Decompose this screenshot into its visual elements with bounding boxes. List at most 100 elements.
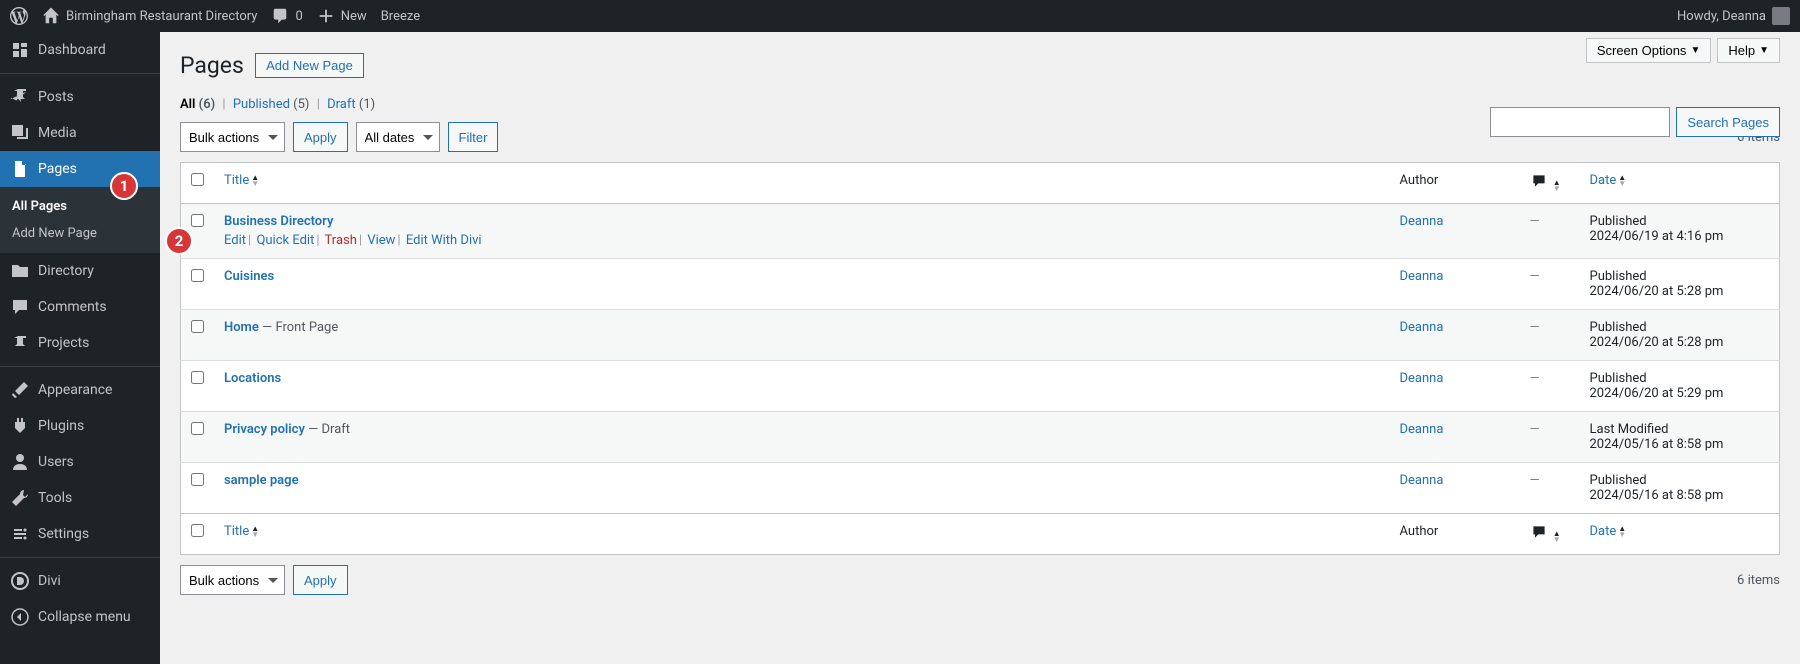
avatar-icon bbox=[1772, 7, 1790, 25]
bulk-actions-select-bottom[interactable]: Bulk actions bbox=[180, 565, 285, 595]
edit-link[interactable]: Edit bbox=[224, 233, 246, 248]
quick-edit-link[interactable]: Quick Edit bbox=[256, 233, 314, 248]
date-filter-select[interactable]: All dates bbox=[356, 122, 440, 152]
sidebar-item-dashboard[interactable]: Dashboard bbox=[0, 32, 160, 68]
sort-date[interactable]: Date▲▼ bbox=[1590, 173, 1627, 188]
edit-divi-link[interactable]: Edit With Divi bbox=[406, 233, 482, 248]
wp-logo[interactable] bbox=[10, 7, 28, 25]
sort-title[interactable]: Title▲▼ bbox=[224, 173, 259, 188]
sidebar-label: Collapse menu bbox=[38, 609, 131, 625]
date-status: Last Modified bbox=[1590, 422, 1669, 437]
users-icon bbox=[10, 452, 30, 472]
row-actions: Edit| Quick Edit| Trash| View| Edit With… bbox=[224, 233, 1380, 248]
page-title-link[interactable]: Privacy policy bbox=[224, 422, 305, 437]
divi-icon bbox=[10, 571, 30, 591]
sidebar-label: Directory bbox=[38, 263, 94, 279]
date-value: 2024/06/20 at 5:29 pm bbox=[1590, 386, 1724, 401]
comments-link[interactable]: 0 bbox=[271, 7, 302, 25]
dashboard-icon bbox=[10, 40, 30, 60]
row-checkbox[interactable] bbox=[191, 422, 204, 435]
row-checkbox[interactable] bbox=[191, 473, 204, 486]
sidebar-item-tools[interactable]: Tools bbox=[0, 480, 160, 516]
date-value: 2024/05/16 at 8:58 pm bbox=[1590, 488, 1724, 503]
sidebar-label: Pages bbox=[38, 161, 77, 177]
sidebar-item-comments[interactable]: Comments bbox=[0, 289, 160, 325]
help-button[interactable]: Help▼ bbox=[1717, 38, 1780, 63]
screen-options-button[interactable]: Screen Options▼ bbox=[1586, 38, 1712, 63]
date-value: 2024/06/20 at 5:28 pm bbox=[1590, 335, 1724, 350]
sidebar-label: Dashboard bbox=[38, 42, 106, 58]
apply-button[interactable]: Apply bbox=[293, 122, 348, 152]
collapse-icon bbox=[10, 607, 30, 627]
bulk-actions-select[interactable]: Bulk actions bbox=[180, 122, 285, 152]
select-all-checkbox[interactable] bbox=[191, 173, 204, 186]
user-menu[interactable]: Howdy, Deanna bbox=[1677, 7, 1790, 25]
sidebar-item-users[interactable]: Users bbox=[0, 444, 160, 480]
table-row: Cuisines Deanna — Published2024/06/20 at… bbox=[181, 259, 1780, 310]
trash-link[interactable]: Trash bbox=[325, 233, 357, 248]
breeze-link[interactable]: Breeze bbox=[381, 9, 420, 24]
row-checkbox[interactable] bbox=[191, 320, 204, 333]
filter-button[interactable]: Filter bbox=[448, 122, 499, 152]
comments-dash: — bbox=[1530, 422, 1540, 437]
row-checkbox[interactable] bbox=[191, 371, 204, 384]
author-link[interactable]: Deanna bbox=[1400, 473, 1444, 488]
settings-icon bbox=[10, 524, 30, 544]
sidebar-sub-add-new[interactable]: Add New Page bbox=[0, 220, 160, 247]
page-title: Pages bbox=[180, 52, 244, 79]
author-link[interactable]: Deanna bbox=[1400, 320, 1444, 335]
sidebar-item-directory[interactable]: Directory bbox=[0, 253, 160, 289]
filter-published[interactable]: Published (5) bbox=[233, 97, 310, 112]
apply-button-bottom[interactable]: Apply bbox=[293, 565, 348, 595]
sidebar-label: Appearance bbox=[38, 382, 112, 398]
select-all-checkbox-bottom[interactable] bbox=[191, 524, 204, 537]
view-link[interactable]: View bbox=[367, 233, 395, 248]
page-title-link[interactable]: Business Directory bbox=[224, 214, 333, 229]
pin-icon bbox=[10, 87, 30, 107]
sidebar-item-posts[interactable]: Posts bbox=[0, 79, 160, 115]
sidebar-item-settings[interactable]: Settings bbox=[0, 516, 160, 552]
sidebar-item-appearance[interactable]: Appearance bbox=[0, 372, 160, 408]
row-checkbox[interactable] bbox=[191, 214, 204, 227]
date-status: Published bbox=[1590, 473, 1647, 488]
comment-count: 0 bbox=[295, 9, 302, 24]
sidebar-item-divi[interactable]: Divi bbox=[0, 563, 160, 599]
page-title-link[interactable]: Locations bbox=[224, 371, 281, 386]
new-label: New bbox=[341, 9, 367, 24]
page-title-link[interactable]: Home bbox=[224, 320, 259, 335]
site-link[interactable]: Birmingham Restaurant Directory bbox=[42, 7, 257, 25]
sidebar-sub-all-pages[interactable]: All Pages bbox=[0, 193, 160, 220]
sidebar-item-projects[interactable]: Projects bbox=[0, 325, 160, 361]
sort-date-bottom[interactable]: Date▲▼ bbox=[1590, 524, 1627, 539]
draft-tag: — Draft bbox=[305, 422, 350, 437]
add-new-page-button[interactable]: Add New Page bbox=[255, 53, 364, 78]
author-link[interactable]: Deanna bbox=[1400, 371, 1444, 386]
search-pages-button[interactable]: Search Pages bbox=[1676, 107, 1780, 137]
tools-icon bbox=[10, 488, 30, 508]
row-checkbox[interactable] bbox=[191, 269, 204, 282]
sidebar-item-collapse[interactable]: Collapse menu bbox=[0, 599, 160, 635]
filter-all[interactable]: All (6) bbox=[180, 97, 215, 112]
search-pages-input[interactable] bbox=[1490, 107, 1670, 137]
main-content: Screen Options▼ Help▼ Pages Add New Page… bbox=[160, 32, 1800, 664]
sort-title-bottom[interactable]: Title▲▼ bbox=[224, 524, 259, 539]
projects-icon bbox=[10, 333, 30, 353]
table-row: Home — Front Page Deanna — Published2024… bbox=[181, 310, 1780, 361]
sidebar-item-media[interactable]: Media bbox=[0, 115, 160, 151]
new-link[interactable]: New bbox=[317, 7, 367, 25]
front-page-tag: — Front Page bbox=[259, 320, 338, 335]
comments-dash: — bbox=[1530, 473, 1540, 488]
sidebar-item-plugins[interactable]: Plugins bbox=[0, 408, 160, 444]
filter-draft[interactable]: Draft (1) bbox=[327, 97, 375, 112]
page-title-link[interactable]: Cuisines bbox=[224, 269, 274, 284]
page-title-link[interactable]: sample page bbox=[224, 473, 299, 488]
sidebar-label: Users bbox=[38, 454, 74, 470]
author-link[interactable]: Deanna bbox=[1400, 422, 1444, 437]
author-link[interactable]: Deanna bbox=[1400, 269, 1444, 284]
table-row: Privacy policy — Draft Deanna — Last Mod… bbox=[181, 412, 1780, 463]
sidebar-label: Comments bbox=[38, 299, 107, 315]
date-value: 2024/06/20 at 5:28 pm bbox=[1590, 284, 1724, 299]
author-link[interactable]: Deanna bbox=[1400, 214, 1444, 229]
plus-icon bbox=[317, 7, 335, 25]
date-value: 2024/06/19 at 4:16 pm bbox=[1590, 229, 1724, 244]
